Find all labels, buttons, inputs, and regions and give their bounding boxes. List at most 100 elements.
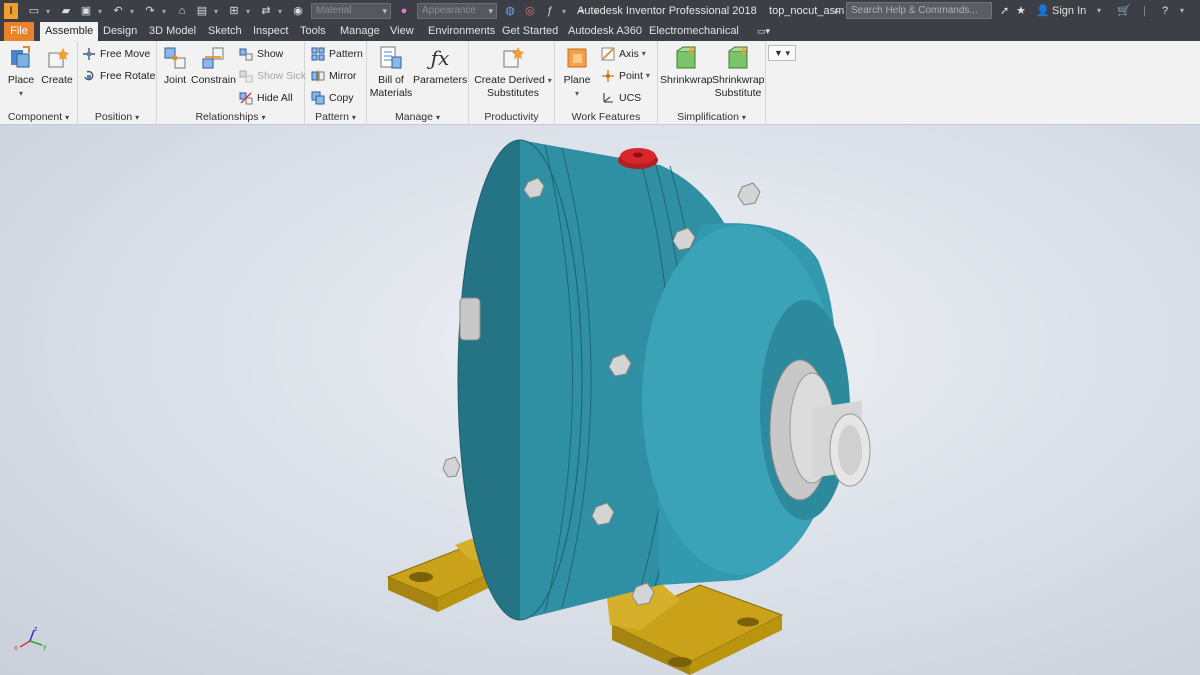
position-expand-icon[interactable]: ▾ <box>135 113 139 122</box>
place-dropdown-icon[interactable]: ▾ <box>19 89 23 98</box>
new-dropdown-icon[interactable]: ▾ <box>44 7 52 16</box>
copy-button[interactable]: Copy <box>311 89 354 107</box>
axis-dropdown-icon[interactable]: ▾ <box>642 45 646 63</box>
ribbon: Place ▾ Create Component ▾ Free Move Free … <box>0 41 1200 125</box>
simplification-expand-icon[interactable]: ▾ <box>742 113 746 122</box>
productivity-label: Productivity <box>484 111 539 123</box>
relationships-expand-icon[interactable]: ▾ <box>262 113 266 122</box>
shrinkwrap-substitute-icon <box>725 45 751 71</box>
mirror-button[interactable]: Mirror <box>311 67 356 85</box>
user-icon[interactable]: 👤 <box>1036 0 1050 22</box>
panel-relationships-label[interactable]: Relationships ▾ <box>157 111 304 123</box>
bill-of-materials-icon <box>378 45 404 71</box>
fx-dropdown-icon[interactable]: ▾ <box>560 7 568 16</box>
tab-inspect[interactable]: Inspect <box>248 22 293 41</box>
hide-all-button[interactable]: Hide All <box>239 89 293 107</box>
update-icon[interactable]: ⇄ <box>259 4 273 18</box>
create-derived-substitutes-button[interactable]: Create Derived ▾ Substitutes <box>473 45 553 100</box>
select-dropdown-icon[interactable]: ▾ <box>244 7 252 16</box>
tab-assemble[interactable]: Assemble <box>40 22 99 41</box>
show-button[interactable]: Show <box>239 45 283 63</box>
select-icon[interactable]: ⊞ <box>227 4 241 18</box>
ribbon-tabs: File Assemble Design 3D Model Sketch Ins… <box>0 22 1200 41</box>
print-icon[interactable]: ▤ <box>195 4 209 18</box>
gearbox-model[interactable] <box>0 125 1200 675</box>
redo-dropdown-icon[interactable]: ▾ <box>160 7 168 16</box>
globe-icon[interactable]: ◉ <box>291 4 305 18</box>
new-file-icon[interactable]: ▭ <box>27 4 41 18</box>
panel-position-label[interactable]: Position ▾ <box>78 111 156 123</box>
oil-plug <box>618 148 658 169</box>
point-dropdown-icon[interactable]: ▾ <box>646 67 650 85</box>
manage-expand-icon[interactable]: ▾ <box>436 113 440 122</box>
point-button[interactable]: Point ▾ <box>601 67 650 85</box>
tab-design[interactable]: Design <box>98 22 142 41</box>
print-dropdown-icon[interactable]: ▾ <box>212 7 220 16</box>
tab-view[interactable]: View <box>385 22 419 41</box>
tab-file[interactable]: File <box>4 22 34 41</box>
save-icon[interactable]: ▣ <box>79 4 93 18</box>
plane-button[interactable]: Plane ▾ <box>559 45 595 100</box>
search-input[interactable]: Search Help & Commands... <box>846 2 992 19</box>
parameters-button[interactable]: ƒx Parameters <box>413 45 467 87</box>
ucs-icon <box>601 91 615 105</box>
graphics-viewport[interactable]: x y z <box>0 125 1200 675</box>
help-icon[interactable]: ? <box>1162 0 1168 22</box>
axis-button[interactable]: Axis ▾ <box>601 45 646 63</box>
show-sick-button[interactable]: Show Sick <box>239 67 306 85</box>
sign-in-link[interactable]: Sign In <box>1052 0 1086 22</box>
undo-icon[interactable]: ↶ <box>111 4 125 18</box>
undo-dropdown-icon[interactable]: ▾ <box>128 7 136 16</box>
tab-3d-model[interactable]: 3D Model <box>144 22 201 41</box>
ribbon-options-dropdown[interactable]: ▼ ▾ <box>768 45 796 61</box>
pattern-expand-icon[interactable]: ▾ <box>352 113 356 122</box>
create-button[interactable]: Create <box>40 45 74 87</box>
save-dropdown-icon[interactable]: ▾ <box>96 7 104 16</box>
shrinkwrap-button[interactable]: Shrinkwrap <box>660 45 713 87</box>
material-select[interactable]: Material <box>311 3 391 19</box>
panel-component-label[interactable]: Component ▾ <box>0 111 77 123</box>
tab-electromechanical[interactable]: Electromechanical <box>644 22 744 41</box>
tab-sketch[interactable]: Sketch <box>203 22 247 41</box>
help-dropdown-icon[interactable]: ▾ <box>1180 0 1184 22</box>
tab-get-started[interactable]: Get Started <box>497 22 563 41</box>
sign-in-dropdown-icon[interactable]: ▾ <box>1097 0 1101 22</box>
home-icon[interactable]: ⌂ <box>175 4 189 18</box>
fx-icon[interactable]: ƒ <box>543 4 557 18</box>
search-expand-icon[interactable]: ▸ <box>835 0 840 22</box>
ucs-button[interactable]: UCS <box>601 89 641 107</box>
free-rotate-button[interactable]: Free Rotate <box>82 67 155 85</box>
plane-dropdown-icon[interactable]: ▾ <box>575 89 579 98</box>
appearance-ball-icon[interactable]: ● <box>397 4 411 18</box>
view-triad-icon[interactable]: x y z <box>10 625 50 655</box>
star-icon[interactable]: ★ <box>1016 0 1026 22</box>
panel-manage-label[interactable]: Manage ▾ <box>367 111 468 123</box>
shrinkwrap-substitute-button[interactable]: Shrinkwrap Substitute <box>712 45 765 100</box>
place-button[interactable]: Place ▾ <box>6 45 36 100</box>
tab-tools[interactable]: Tools <box>295 22 331 41</box>
adjust-icon[interactable]: ◍ <box>503 4 517 18</box>
tab-autodesk-a360[interactable]: Autodesk A360 <box>563 22 647 41</box>
component-expand-icon[interactable]: ▾ <box>65 113 69 122</box>
appearance-select[interactable]: Appearance <box>417 3 497 19</box>
panel-simplification: Shrinkwrap Shrinkwrap Substitute Simplifi… <box>658 41 766 125</box>
binoculars-icon[interactable]: ➚ <box>1000 0 1009 22</box>
update-dropdown-icon[interactable]: ▾ <box>276 7 284 16</box>
cart-icon[interactable]: 🛒 <box>1117 0 1131 22</box>
tab-environments[interactable]: Environments <box>423 22 500 41</box>
manage-label: Manage <box>395 111 433 123</box>
pattern-button[interactable]: Pattern <box>311 45 363 63</box>
panel-pattern-label[interactable]: Pattern ▾ <box>305 111 366 123</box>
open-folder-icon[interactable]: ▰ <box>59 4 73 18</box>
tab-manage[interactable]: Manage <box>335 22 385 41</box>
panel-simplification-label[interactable]: Simplification ▾ <box>658 111 765 123</box>
bill-of-materials-button[interactable]: Bill of Materials <box>369 45 413 100</box>
inventor-logo[interactable]: I <box>4 3 18 19</box>
redo-icon[interactable]: ↷ <box>143 4 157 18</box>
joint-button[interactable]: Joint <box>159 45 191 87</box>
free-move-button[interactable]: Free Move <box>82 45 150 63</box>
derived-dropdown-icon[interactable]: ▾ <box>548 76 552 85</box>
clear-appearance-icon[interactable]: ◎ <box>523 4 537 18</box>
constrain-button[interactable]: Constrain <box>191 45 236 87</box>
ribbon-display-icon[interactable]: ▭▾ <box>752 22 775 41</box>
